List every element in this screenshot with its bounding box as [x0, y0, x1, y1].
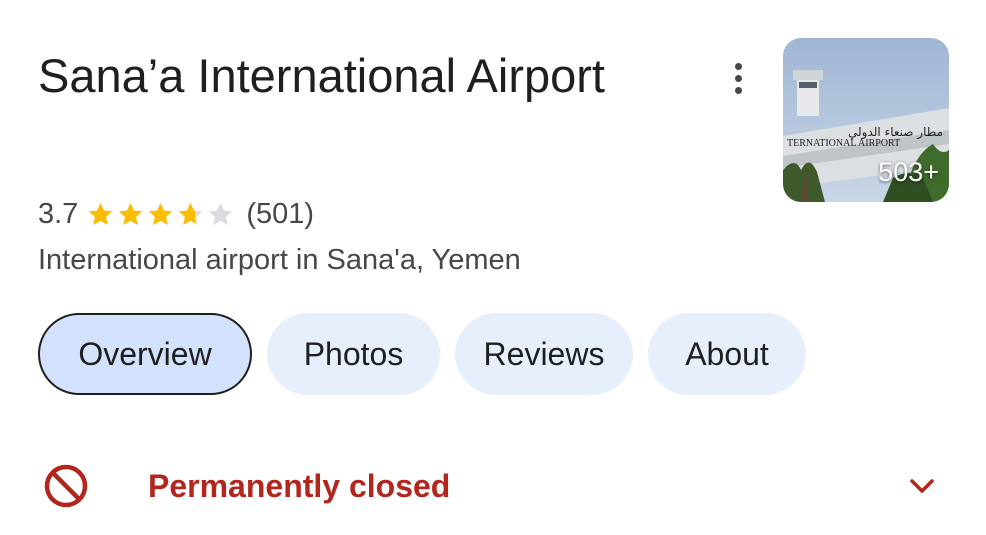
tab-about[interactable]: About: [648, 313, 806, 395]
tab-photos[interactable]: Photos: [267, 313, 440, 395]
tab-bar: Overview Photos Reviews About: [38, 313, 821, 395]
star-icon: [89, 202, 113, 225]
prohibited-icon: [44, 464, 88, 508]
svg-text:مطار صنعاء الدولي: مطار صنعاء الدولي: [848, 125, 943, 140]
svg-text:TERNATIONAL AIRPORT: TERNATIONAL AIRPORT: [787, 138, 900, 149]
place-category: International airport in Sana'a, Yemen: [38, 244, 521, 276]
more-options-button[interactable]: [716, 58, 760, 98]
rating-row[interactable]: 3.7 (501): [38, 192, 314, 236]
place-title: Sana’a International Airport: [38, 49, 605, 102]
star-icon: [149, 202, 173, 225]
star-icon: [119, 202, 143, 225]
place-card: Sana’a International Airport TERNATIONAL…: [0, 0, 986, 535]
photo-thumbnail[interactable]: TERNATIONAL AIRPORT مطار صنعاء الدولي 50…: [783, 38, 949, 202]
rating-value: 3.7: [38, 197, 79, 230]
review-count: (501): [246, 197, 315, 230]
star-rating: [86, 200, 236, 229]
star-icon: [209, 202, 233, 225]
more-vert-icon: [734, 62, 742, 70]
chevron-down-icon[interactable]: [906, 470, 938, 502]
star-icon: [179, 202, 203, 225]
closed-status-row[interactable]: Permanently closed: [38, 458, 948, 514]
status-label: Permanently closed: [148, 467, 451, 504]
tab-reviews[interactable]: Reviews: [455, 313, 633, 395]
tab-overview[interactable]: Overview: [38, 313, 252, 395]
photo-count: 503+: [878, 157, 939, 187]
